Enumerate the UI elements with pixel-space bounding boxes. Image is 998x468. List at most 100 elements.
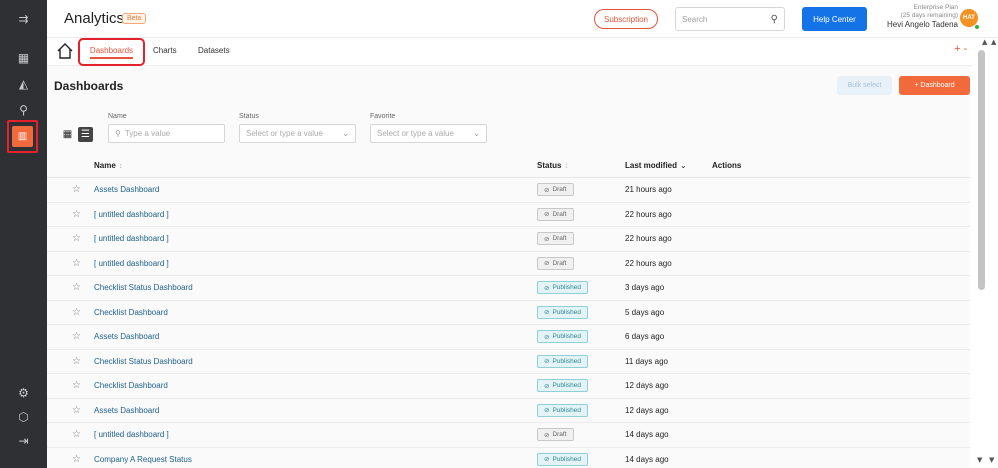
table-row[interactable]: ☆ Assets Dashboard ⊘ Published 12 days ago — [47, 399, 970, 423]
table-row[interactable]: ☆ Company A Request Status ⊘ Published 14 da… — [47, 448, 970, 468]
status-badge: ⊘ Draft — [537, 183, 574, 196]
tab-charts[interactable]: Charts — [153, 46, 177, 55]
status-badge-icon: ⊘ — [544, 283, 550, 292]
help-center-button[interactable]: Help Center — [802, 7, 867, 31]
bulk-select-button[interactable]: Bulk select — [837, 76, 892, 95]
column-header-modified-label: Last modified — [625, 161, 678, 170]
favorite-star-icon[interactable]: ☆ — [72, 331, 81, 342]
last-modified: 12 days ago — [625, 405, 669, 415]
analytics-icon[interactable]: ▥ — [12, 126, 33, 147]
favorite-star-icon[interactable]: ☆ — [72, 380, 81, 391]
status-badge: ⊘ Draft — [537, 256, 574, 270]
status-badge-label: Draft — [552, 210, 567, 218]
table-row[interactable]: ☆ Checklist Dashboard ⊘ Published 5 days ago — [47, 301, 970, 325]
table-row[interactable]: ☆ [ untitled dashboard ] ⊘ Draft 22 hours ag… — [47, 252, 970, 276]
dashboard-grid-icon[interactable]: ▦ — [0, 45, 47, 71]
scroll-up-icon[interactable]: ▲ — [991, 38, 996, 46]
name-filter-placeholder: Type a value — [124, 129, 171, 138]
last-modified: 6 days ago — [625, 332, 665, 341]
status-badge: ⊘ Published — [537, 305, 589, 319]
status-badge-icon: ⊘ — [544, 332, 550, 341]
scrollbar[interactable]: ▲ ▲ ▼ ▼ — [972, 38, 998, 468]
dashboard-name-link[interactable]: [ untitled dashboard ] — [94, 259, 169, 268]
tab-dashboards[interactable]: Dashboards — [78, 38, 145, 66]
dashboard-name-link[interactable]: Assets Dashboard — [94, 332, 159, 341]
name-filter-input[interactable]: ⚲ Type a value — [108, 124, 225, 143]
favorite-star-icon[interactable]: ☆ — [72, 356, 81, 367]
table-row[interactable]: ☆ Assets Dashboard ⊘ Published 6 days ago — [47, 325, 970, 350]
last-modified: 22 hours ago — [625, 258, 672, 268]
table-row[interactable]: ☆ Assets Dashboard ⊘ Draft 21 hours ago — [47, 178, 970, 203]
status-badge: ⊘ Published — [537, 379, 589, 392]
chevron-down-icon: ⌄ — [342, 129, 349, 138]
favorite-star-icon[interactable]: ☆ — [72, 405, 81, 416]
dashboard-name-link[interactable]: [ untitled dashboard ] — [94, 210, 169, 219]
column-header-status[interactable]: Status ↕ — [537, 161, 568, 170]
scrollbar-thumb[interactable] — [978, 50, 985, 290]
dashboard-name-link[interactable]: [ untitled dashboard ] — [94, 234, 169, 243]
online-status-dot — [974, 24, 980, 30]
dashboard-name-link[interactable]: Company A Request Status — [94, 455, 192, 464]
column-header-modified[interactable]: Last modified ⌄ — [625, 161, 687, 170]
status-badge: ⊘ Draft — [537, 428, 574, 441]
status-badge: ⊘ Published — [537, 281, 589, 294]
subscription-button[interactable]: Subscription — [594, 9, 658, 29]
home-icon[interactable] — [56, 42, 74, 60]
status-badge-icon: ⊘ — [544, 259, 550, 267]
status-badge-label: Draft — [552, 186, 567, 193]
add-dashboard-button[interactable]: + Dashboard — [899, 76, 970, 95]
status-badge-label: Published — [552, 406, 582, 414]
dashboard-name-link[interactable]: Checklist Dashboard — [94, 381, 168, 390]
status-filter-select[interactable]: Select or type a value ⌄ — [239, 124, 356, 143]
left-rail: ⇉ ▦ ◭ ⚲ ▥ ⚙ ⬡ ⇥ — [0, 0, 47, 468]
dashboard-name-link[interactable]: Checklist Dashboard — [94, 308, 168, 317]
dashboard-name-link[interactable]: Assets Dashboard — [94, 185, 159, 194]
dashboard-name-link[interactable]: Assets Dashboard — [94, 406, 159, 415]
favorite-star-icon[interactable]: ☆ — [72, 429, 81, 440]
status-badge-label: Published — [552, 382, 582, 389]
column-header-name[interactable]: Name ↕ — [94, 161, 123, 170]
table-row[interactable]: ☆ [ untitled dashboard ] ⊘ Draft 22 hours ag… — [47, 227, 970, 252]
status-badge-icon: ⊘ — [544, 455, 550, 463]
favorite-star-icon[interactable]: ☆ — [72, 258, 81, 269]
settings-icon[interactable]: ⚙ — [0, 380, 47, 406]
map-icon[interactable]: ◭ — [0, 71, 47, 97]
last-modified: 14 days ago — [625, 430, 669, 439]
search-input[interactable]: Search ⚲ — [675, 7, 785, 31]
favorite-filter-placeholder: Select or type a value — [377, 129, 454, 138]
status-filter-label: Status — [239, 113, 259, 120]
scroll-up-icon[interactable]: ▲ — [982, 38, 987, 46]
favorite-star-icon[interactable]: ☆ — [72, 184, 81, 195]
menu-expand-icon[interactable]: ⇉ — [0, 6, 47, 32]
dashboard-name-link[interactable]: [ untitled dashboard ] — [94, 430, 169, 439]
sort-icon: ↕ — [118, 161, 123, 170]
logout-icon[interactable]: ⇥ — [0, 428, 47, 454]
status-badge: ⊘ Draft — [537, 232, 574, 245]
analytics-nav-item[interactable]: ▥ — [7, 120, 38, 153]
favorite-filter-select[interactable]: Select or type a value ⌄ — [370, 124, 487, 143]
card-view-icon[interactable]: ▦ — [60, 127, 75, 142]
table-row[interactable]: ☆ Checklist Dashboard ⊘ Published 12 days ag… — [47, 374, 970, 399]
status-badge: ⊘ Published — [537, 452, 589, 466]
dashboard-name-link[interactable]: Checklist Status Dashboard — [94, 357, 193, 366]
box-icon[interactable]: ⬡ — [0, 404, 47, 430]
name-filter-label: Name — [108, 113, 127, 120]
favorite-star-icon[interactable]: ☆ — [72, 282, 81, 293]
table-header: Name ↕ Status ↕ Last modified ⌄ Actions — [47, 154, 970, 178]
favorite-star-icon[interactable]: ☆ — [72, 307, 81, 318]
favorite-star-icon[interactable]: ☆ — [72, 233, 81, 244]
add-menu-button[interactable]: + - — [954, 43, 967, 55]
table-row[interactable]: ☆ [ untitled dashboard ] ⊘ Draft 22 hours ag… — [47, 203, 970, 227]
list-view-icon[interactable]: ☰ — [78, 127, 93, 142]
scroll-down-icon[interactable]: ▼ — [989, 456, 994, 464]
table-row[interactable]: ☆ Checklist Status Dashboard ⊘ Published 11 … — [47, 350, 970, 374]
favorite-star-icon[interactable]: ☆ — [72, 454, 81, 465]
scroll-down-icon[interactable]: ▼ — [977, 456, 982, 464]
column-header-actions: Actions — [712, 161, 742, 170]
search-icon[interactable]: ⚲ — [771, 14, 778, 25]
table-row[interactable]: ☆ Checklist Status Dashboard ⊘ Published 3 d… — [47, 276, 970, 301]
table-row[interactable]: ☆ [ untitled dashboard ] ⊘ Draft 14 days ago — [47, 423, 970, 448]
favorite-star-icon[interactable]: ☆ — [72, 209, 81, 220]
dashboard-name-link[interactable]: Checklist Status Dashboard — [94, 283, 193, 292]
tab-datasets[interactable]: Datasets — [198, 46, 230, 55]
